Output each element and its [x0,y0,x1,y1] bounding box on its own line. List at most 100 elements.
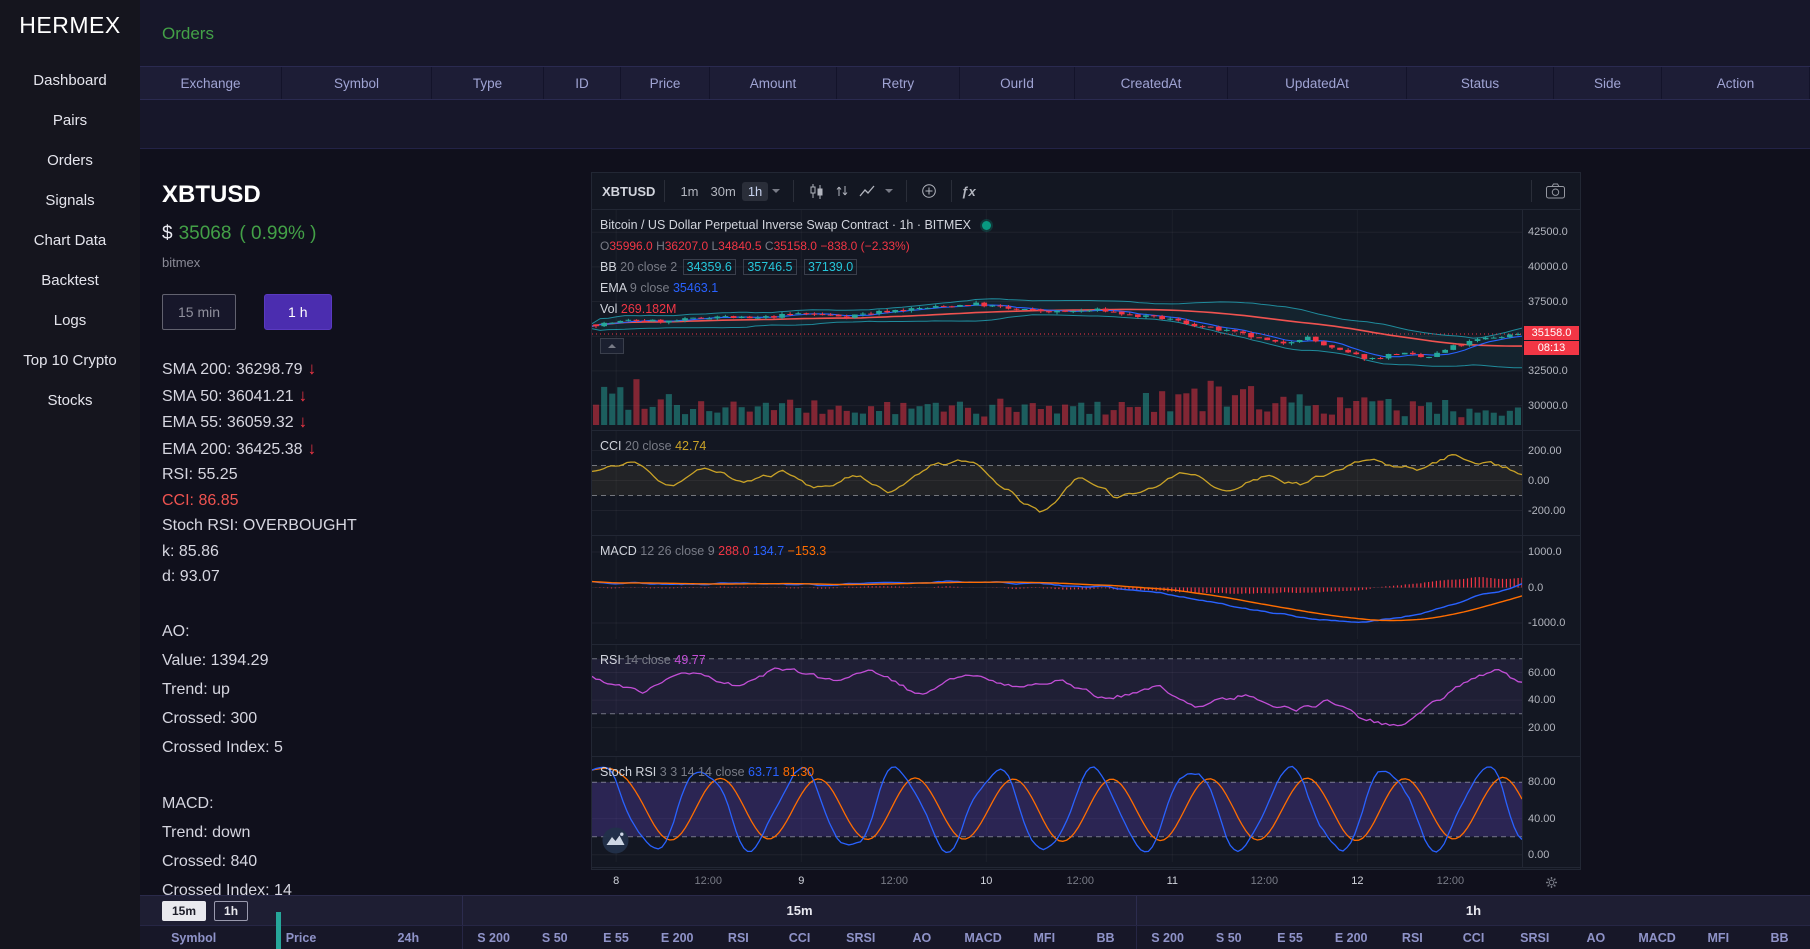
gear-icon[interactable] [1545,876,1558,892]
sidebar-item-pairs[interactable]: Pairs [0,101,140,141]
rsi-legend[interactable]: RSI 14 close 49.77 [600,650,706,670]
toolbar-divider [793,180,794,202]
chevron-up-icon [608,344,616,348]
indicators-fx-button[interactable]: ƒx [961,184,975,199]
volume-legend[interactable]: Vol 269.182M [600,299,991,320]
bottom-col-e200: E 200 [647,926,708,949]
stat-text: RSI: 55.25 [162,466,238,483]
bb-name: BB [600,260,617,274]
macd-legend[interactable]: MACD 12 26 close 9 288.0 134.7 −153.3 [600,541,826,561]
macd-name: MACD [600,544,637,558]
app-logo: HERMEX [0,12,140,39]
cci-chart-canvas[interactable] [592,431,1522,535]
compare-arrows-icon[interactable] [830,184,854,198]
sidebar-item-chart-data[interactable]: Chart Data [0,221,140,261]
stat-cci: CCI: 86.85 [162,488,590,514]
bottom-15m-columns: S 200 S 50 E 55 E 200 RSI CCI SRSI AO MA… [462,926,1136,949]
stat-d: d: 93.07 [162,564,590,590]
ohlc-high: 36207.0 [665,239,708,253]
bottom-col-rsi: RSI [1382,926,1443,949]
rsi-chart-canvas[interactable] [592,645,1522,756]
orders-col-symbol: Symbol [282,67,432,99]
stoch-params: 3 3 14 14 close [660,765,745,779]
ohlc-label-c: C [765,239,774,253]
orders-table-header: Exchange Symbol Type ID Price Amount Ret… [140,66,1810,100]
bottom-1h-button[interactable]: 1h [214,901,248,921]
legend-collapse-button[interactable] [600,338,624,354]
ema-value: 35463.1 [673,281,718,295]
cci-legend[interactable]: CCI 20 close 42.74 [600,436,706,456]
axis-tick-label: 1000.0 [1528,546,1562,558]
sidebar-item-backtest[interactable]: Backtest [0,261,140,301]
bottom-col-rsi: RSI [708,926,769,949]
stoch-axis[interactable]: 80.0040.000.00 [1522,757,1580,867]
bottom-col-symbol: Symbol [140,926,247,949]
axis-tick-label: 40.00 [1528,813,1556,825]
ema-name: EMA [600,281,626,295]
stoch-legend[interactable]: Stoch RSI 3 3 14 14 close 63.71 81.30 [600,762,814,782]
bottom-col-24h: 24h [355,926,462,949]
tf-1h-button[interactable]: 1 h [264,294,331,330]
stat-text: Stoch RSI: OVERBOUGHT [162,517,357,534]
axis-tick-label: 200.00 [1528,445,1562,457]
sidebar-item-dashboard[interactable]: Dashboard [0,61,140,101]
ohlc-label-h: H [656,239,665,253]
camera-snapshot-icon[interactable] [1541,183,1570,199]
down-arrow-icon: ↓ [299,412,308,431]
live-status-dot-icon [982,221,991,230]
axis-tick-label: 37500.0 [1528,296,1568,308]
cci-axis[interactable]: 200.00 0.00 -200.00 [1522,431,1580,535]
compare-add-icon[interactable] [916,183,942,199]
toolbar-tf-30m[interactable]: 30m [705,182,742,201]
bb-basis-value: 35746.5 [743,259,796,275]
toolbar-tf-1m[interactable]: 1m [674,182,704,201]
stat-text: k: 85.86 [162,543,219,560]
price-axis[interactable]: 35158.0 08:13 42500.040000.037500.032500… [1522,210,1580,430]
tf-15min-button[interactable]: 15 min [162,294,236,330]
axis-tick-label: 42500.0 [1528,226,1568,238]
time-axis-label: 9 [798,875,804,887]
bottom-15m-button[interactable]: 15m [162,901,206,921]
price-legend: Bitcoin / US Dollar Perpetual Inverse Sw… [600,215,991,320]
axis-tick-label: 20.00 [1528,722,1556,734]
bb-legend[interactable]: BB 20 close 2 34359.6 35746.5 37139.0 [600,257,991,278]
sidebar-item-signals[interactable]: Signals [0,181,140,221]
ao-crossed: Crossed: 300 [162,704,590,733]
ticker-change: ( 0.99% ) [239,223,316,244]
sidebar-item-top10[interactable]: Top 10 Crypto [0,341,140,381]
bottom-col-s50: S 50 [1198,926,1259,949]
stat-text: SMA 200: 36298.79 [162,361,303,378]
sidebar: HERMEX Dashboard Pairs Orders Signals Ch… [0,0,140,949]
axis-tick-label: -1000.0 [1528,617,1565,629]
chevron-down-icon[interactable] [772,189,780,193]
orders-col-retry: Retry [837,67,960,99]
sidebar-item-stocks[interactable]: Stocks [0,381,140,421]
axis-tick-label: 0.00 [1528,475,1549,487]
candlestick-style-icon[interactable] [803,183,830,200]
down-arrow-icon: ↓ [308,439,317,458]
tradingview-logo-icon[interactable] [602,827,629,859]
stat-k: k: 85.86 [162,539,590,565]
time-axis[interactable]: 812:00912:001012:001112:001212:00 [592,867,1580,896]
axis-tick-label: 0.0 [1528,582,1543,594]
orders-col-status: Status [1407,67,1554,99]
macd-line-value: 134.7 [753,544,784,558]
toolbar-symbol[interactable]: XBTUSD [602,184,655,199]
orders-col-amount: Amount [710,67,837,99]
axis-tick-label: -200.00 [1528,505,1565,517]
chevron-down-icon[interactable] [885,189,893,193]
time-axis-label: 11 [1167,875,1178,887]
rsi-axis[interactable]: 60.0040.0020.00 [1522,645,1580,756]
ema-legend[interactable]: EMA 9 close 35463.1 [600,278,991,299]
sidebar-item-logs[interactable]: Logs [0,301,140,341]
bottom-col-e55: E 55 [585,926,646,949]
line-chart-style-icon[interactable] [854,183,881,200]
bottom-tf-buttons: 15m 1h [140,896,462,925]
sidebar-item-orders[interactable]: Orders [0,141,140,181]
toolbar-tf-1h[interactable]: 1h [742,182,768,201]
macd-axis[interactable]: 1000.0 0.0 -1000.0 [1522,536,1580,644]
main-panel: XBTUSD $35068( 0.99% ) bitmex 15 min 1 h… [140,148,1810,895]
chart-toolbar: XBTUSD 1m 30m 1h ƒx [592,173,1580,210]
stoch-k-value: 63.71 [748,765,779,779]
stoch-name: Stoch RSI [600,765,656,779]
